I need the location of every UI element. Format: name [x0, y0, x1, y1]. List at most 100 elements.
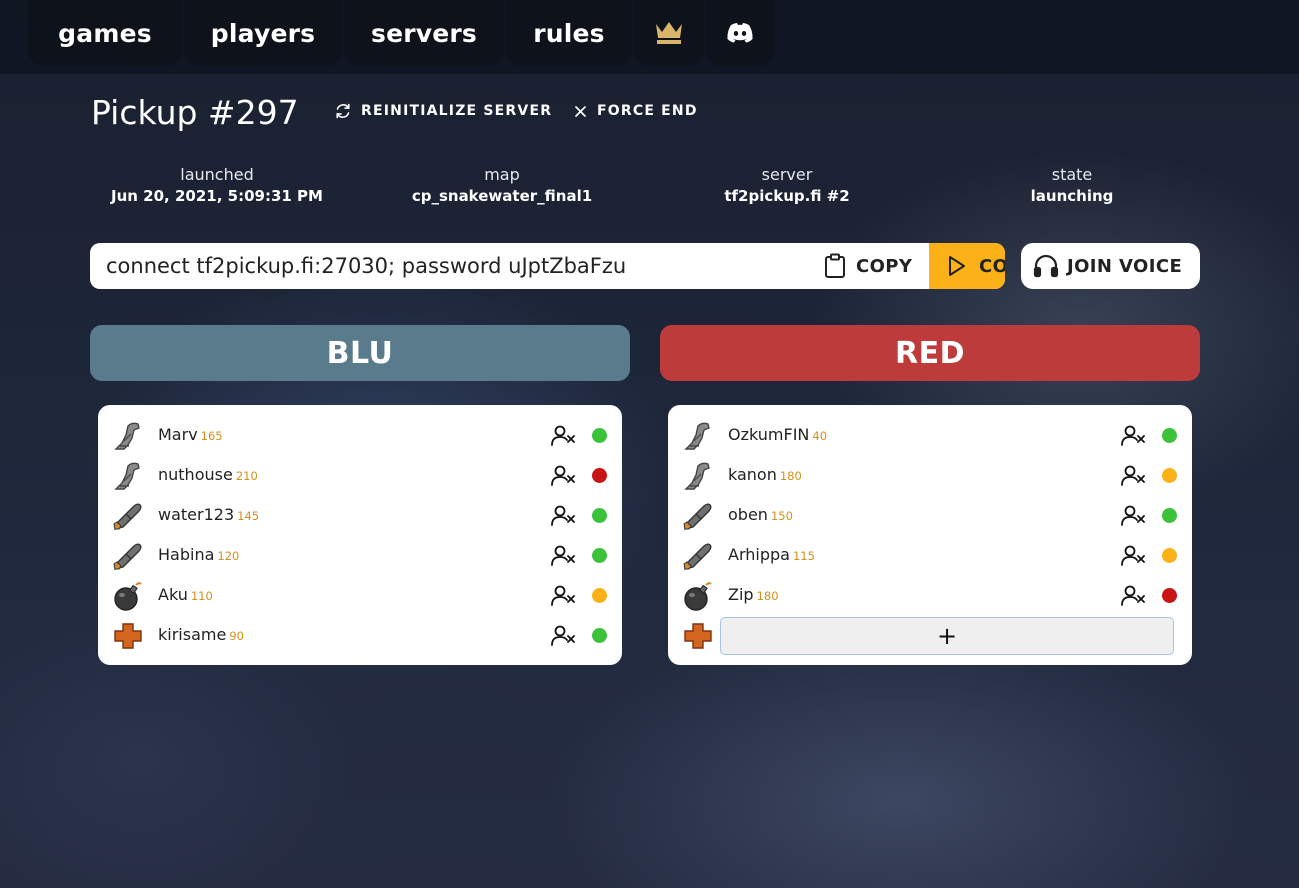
connect-label: CONNECT — [979, 255, 1005, 277]
meta-launched: launched Jun 20, 2021, 5:09:31 PM — [87, 165, 347, 205]
nav-rules[interactable]: rules — [506, 0, 632, 66]
player-skill: 90 — [229, 629, 244, 643]
nav-games[interactable]: games — [28, 0, 182, 66]
copy-label: COPY — [856, 255, 913, 277]
player-slot: Arhippa 115 — [668, 535, 1192, 575]
kick-player-icon[interactable] — [1120, 424, 1146, 446]
scout-class-icon — [112, 461, 144, 491]
top-navigation: games players servers rules — [0, 0, 1299, 74]
clipboard-icon — [825, 253, 845, 278]
player-name[interactable]: Zip 180 — [728, 575, 779, 615]
player-slot: nuthouse 210 — [98, 455, 622, 495]
player-name[interactable]: nuthouse 210 — [158, 455, 258, 495]
nav-discord[interactable] — [706, 0, 774, 66]
join-slot-button[interactable]: + — [720, 617, 1174, 655]
copy-button[interactable]: COPY — [810, 243, 929, 289]
player-skill: 120 — [217, 549, 240, 563]
meta-value: Jun 20, 2021, 5:09:31 PM — [111, 187, 323, 205]
scout-class-icon — [682, 421, 714, 451]
connection-status-dot — [1162, 508, 1177, 523]
player-name[interactable]: Marv 165 — [158, 415, 223, 455]
player-name-text: oben — [728, 505, 768, 524]
demoman-class-icon — [682, 581, 714, 611]
kick-player-icon[interactable] — [1120, 504, 1146, 526]
player-slot: Aku 110 — [98, 575, 622, 615]
kick-player-icon[interactable] — [550, 504, 576, 526]
demoman-class-icon — [112, 581, 144, 611]
player-slot: water123 145 — [98, 495, 622, 535]
nav-servers[interactable]: servers — [344, 0, 504, 66]
page-title: Pickup #297 — [91, 92, 299, 132]
nav-players[interactable]: players — [184, 0, 342, 66]
join-voice-label: JOIN VOICE — [1067, 255, 1183, 277]
player-skill: 150 — [770, 509, 793, 523]
player-name[interactable]: water123 145 — [158, 495, 259, 535]
player-skill: 180 — [756, 589, 779, 603]
player-skill: 180 — [779, 469, 802, 483]
connect-string-box: connect tf2pickup.fi:27030; password uJp… — [90, 243, 1005, 289]
soldier-class-icon — [682, 541, 714, 571]
kick-player-icon[interactable] — [1120, 464, 1146, 486]
meta-map: map cp_snakewater_final1 — [372, 165, 632, 205]
player-skill: 110 — [190, 589, 213, 603]
meta-value: launching — [1030, 187, 1114, 205]
meta-label: state — [1051, 165, 1093, 184]
player-slot: kirisame 90 — [98, 615, 622, 655]
connection-status-dot — [592, 628, 607, 643]
soldier-class-icon — [682, 501, 714, 531]
player-name-text: water123 — [158, 505, 235, 524]
player-name-text: kirisame — [158, 625, 227, 644]
scout-class-icon — [682, 461, 714, 491]
player-name-text: kanon — [728, 465, 777, 484]
player-name[interactable]: Habina 120 — [158, 535, 239, 575]
reinitialize-server-button[interactable]: REINITIALIZE SERVER — [334, 100, 552, 122]
player-name[interactable]: Arhippa 115 — [728, 535, 815, 575]
force-end-button[interactable]: FORCE END — [573, 100, 698, 122]
kick-player-icon[interactable] — [550, 584, 576, 606]
player-slot: Zip 180 — [668, 575, 1192, 615]
player-name[interactable]: kirisame 90 — [158, 615, 244, 655]
connection-status-dot — [1162, 588, 1177, 603]
headphones-icon — [1033, 254, 1059, 278]
meta-state: state launching — [942, 165, 1202, 205]
team-roster-blu: Marv 165 nuthouse 210 water123 145 Habina 120 Ak… — [98, 405, 622, 665]
force-end-label: FORCE END — [597, 103, 698, 119]
medic-class-icon — [682, 621, 714, 651]
kick-player-icon[interactable] — [550, 424, 576, 446]
connection-status-dot — [592, 428, 607, 443]
player-slot: + — [668, 615, 1192, 655]
player-name[interactable]: kanon 180 — [728, 455, 802, 495]
join-voice-button[interactable]: JOIN VOICE — [1021, 243, 1200, 289]
connect-button[interactable]: CONNECT — [929, 243, 1005, 289]
connect-string[interactable]: connect tf2pickup.fi:27030; password uJp… — [106, 243, 626, 289]
kick-player-icon[interactable] — [1120, 544, 1146, 566]
meta-value: cp_snakewater_final1 — [411, 187, 593, 205]
soldier-class-icon — [112, 501, 144, 531]
player-name-text: Zip — [728, 585, 754, 604]
connection-status-dot — [1162, 548, 1177, 563]
kick-player-icon[interactable] — [550, 624, 576, 646]
player-name[interactable]: Aku 110 — [158, 575, 213, 615]
kick-player-icon[interactable] — [1120, 584, 1146, 606]
player-name[interactable]: OzkumFIN 40 — [728, 415, 827, 455]
meta-label: launched — [180, 165, 254, 184]
title-row: Pickup #297 — [91, 88, 299, 136]
kick-player-icon[interactable] — [550, 544, 576, 566]
team-name: RED — [895, 335, 965, 371]
player-slot: Marv 165 — [98, 415, 622, 455]
connection-status-dot — [592, 588, 607, 603]
player-skill: 165 — [200, 429, 223, 443]
reinitialize-server-label: REINITIALIZE SERVER — [361, 103, 553, 119]
connection-status-dot — [592, 508, 607, 523]
player-skill: 115 — [792, 549, 815, 563]
player-slot: oben 150 — [668, 495, 1192, 535]
meta-value: tf2pickup.fi #2 — [724, 187, 850, 205]
connection-status-dot — [592, 548, 607, 563]
nav-hall-of-fame[interactable] — [634, 0, 704, 66]
kick-player-icon[interactable] — [550, 464, 576, 486]
player-name[interactable]: oben 150 — [728, 495, 793, 535]
team-header-red: RED — [660, 325, 1200, 381]
player-name-text: nuthouse — [158, 465, 233, 484]
meta-label: map — [484, 165, 520, 184]
scout-class-icon — [112, 421, 144, 451]
